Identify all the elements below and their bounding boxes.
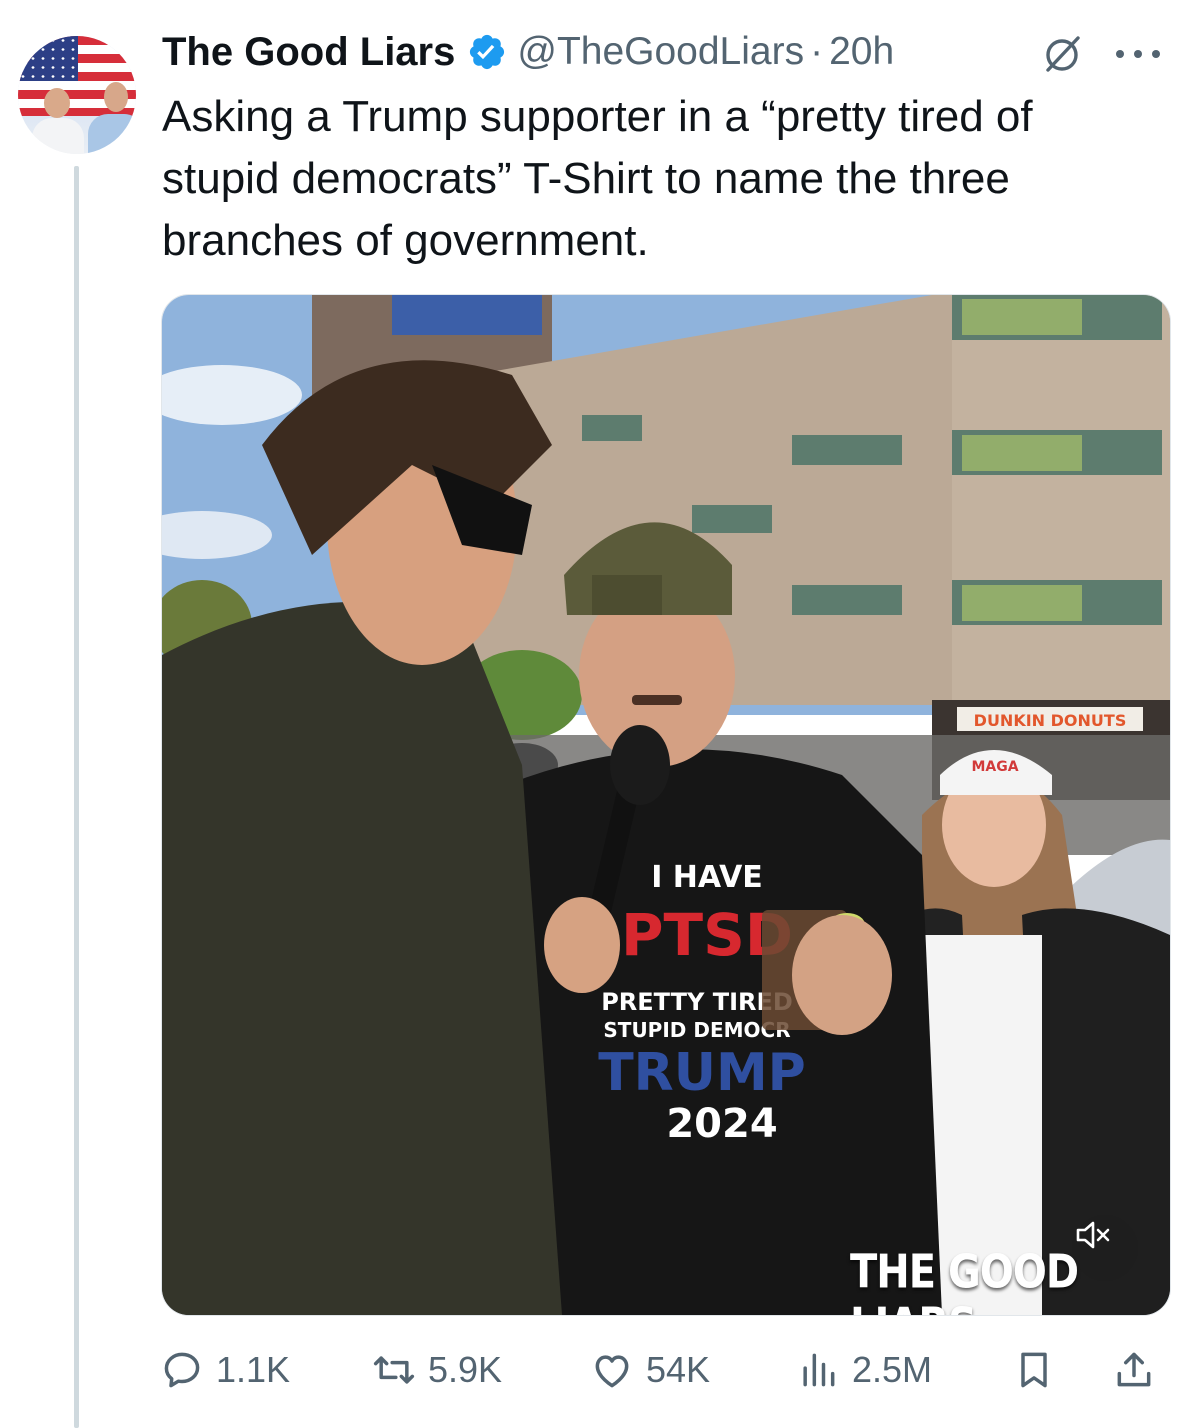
reply-count: 1.1K (216, 1349, 291, 1390)
share-button[interactable] (1112, 1340, 1156, 1400)
author-avatar[interactable] (18, 36, 136, 154)
shirt-line-6: 2024 (666, 1101, 777, 1147)
bookmark-icon (1021, 1352, 1047, 1388)
reply-button[interactable]: 1.1K (160, 1340, 290, 1400)
views-icon (803, 1353, 835, 1387)
reply-icon (164, 1352, 200, 1388)
author-handle[interactable]: @TheGoodLiars (517, 30, 804, 74)
tweet-timestamp[interactable]: 20h (829, 30, 894, 74)
verified-badge-icon[interactable] (467, 32, 507, 72)
dunkin-sign: DUNKIN DONUTS (974, 711, 1127, 730)
more-icon[interactable] (1112, 40, 1164, 68)
maga-cap-text: MAGA (971, 759, 1018, 775)
grok-icon[interactable] (1040, 32, 1084, 76)
avatar-flag-union (18, 36, 78, 81)
avatar-person-left (32, 118, 84, 154)
tweet-header: The Good Liars @TheGoodLiars · 20h (162, 28, 894, 76)
video-frame: DUNKIN DONUTS MAGA I HAVE PTSD PRETTY TI… (162, 295, 1170, 1315)
mute-button[interactable] (1072, 1215, 1138, 1281)
views-button[interactable]: 2.5M (796, 1340, 932, 1400)
like-count: 54K (646, 1349, 711, 1390)
avatar-person-left-head (44, 88, 70, 118)
separator-dot: · (810, 30, 824, 73)
tweet-actions: 1.1K 5.9K 54K 2.5M (160, 1340, 1170, 1400)
muted-speaker-icon (1076, 1221, 1110, 1249)
avatar-person-right (88, 114, 136, 154)
repost-icon (373, 1356, 415, 1384)
bookmark-button[interactable] (1012, 1340, 1056, 1400)
shirt-line-5: TRUMP (598, 1043, 806, 1103)
repost-count: 5.9K (428, 1349, 503, 1390)
tweet-video[interactable]: DUNKIN DONUTS MAGA I HAVE PTSD PRETTY TI… (161, 294, 1171, 1316)
repost-button[interactable]: 5.9K (372, 1340, 502, 1400)
shirt-line-1: I HAVE (651, 860, 763, 895)
thread-line (74, 166, 79, 1428)
like-icon (595, 1355, 629, 1388)
views-count: 2.5M (852, 1349, 933, 1390)
like-button[interactable]: 54K (590, 1340, 710, 1400)
tweet-text: Asking a Trump supporter in a “pretty ti… (162, 92, 1033, 265)
author-display-name[interactable]: The Good Liars (162, 30, 455, 75)
avatar-person-right-head (104, 82, 128, 112)
share-icon (1117, 1352, 1151, 1387)
